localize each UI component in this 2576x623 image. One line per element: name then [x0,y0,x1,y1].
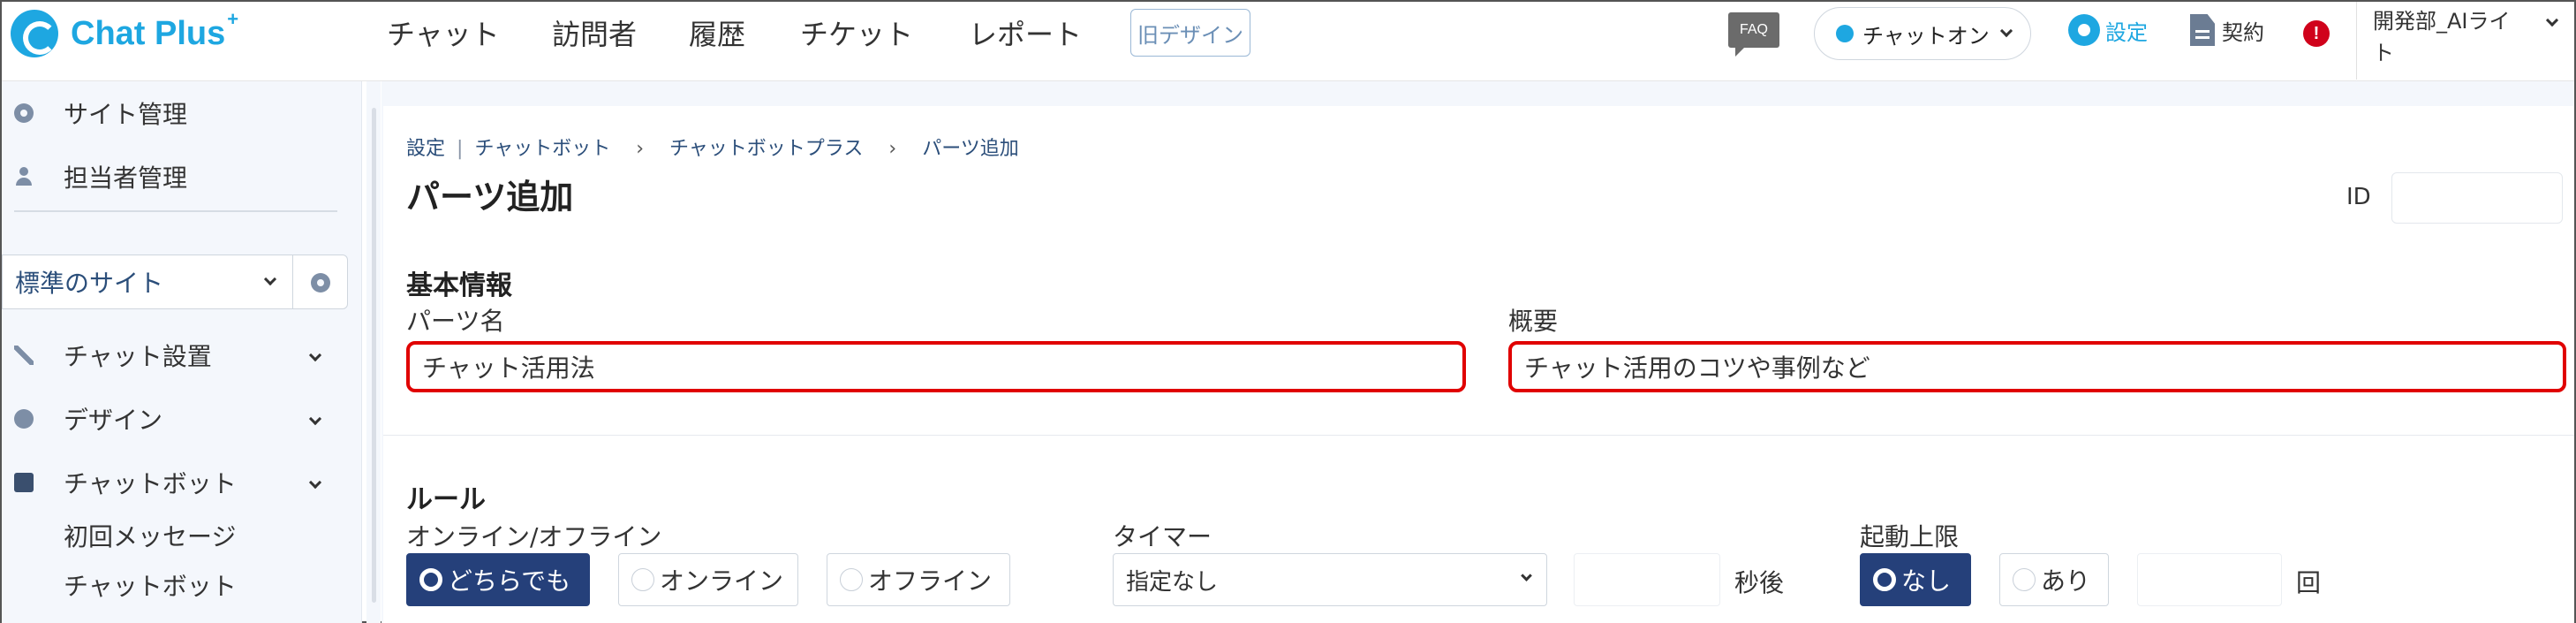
status-label: チャットオン [1862,23,1990,49]
chevron-down-icon [263,272,277,286]
chat-bubble-icon [14,473,34,492]
sidebar-item-chatbot[interactable]: チャットボット [2,456,362,509]
chevron-down-icon [1521,570,1532,581]
basic-info-heading: 基本情報 [406,270,512,301]
radio-unselected-icon [2013,568,2036,591]
timer-label: タイマー [1113,522,1212,551]
rules-heading: ルール [406,484,486,515]
timer-unit: 秒後 [1734,568,1785,597]
chevron-down-icon [308,475,322,490]
summary-input[interactable]: チャット活用のコツや事例など [1508,341,2566,392]
chevron-down-icon [1999,24,2013,38]
launch-limit-unit: 回 [2296,568,2322,597]
chat-plus-logo-icon [11,10,58,57]
chevron-down-icon [308,348,322,362]
chat-plus-logo[interactable]: Chat Plus + [11,7,238,60]
launch-limit-label: 起動上限 [1860,522,1960,551]
gear-icon [311,273,330,293]
radio-label: なし [1901,566,1952,596]
contract-label: 契約 [2222,19,2264,45]
id-field[interactable] [2391,172,2563,224]
sidebar-item-chat-install[interactable]: チャット設置 [2,329,362,382]
timer-select[interactable]: 指定なし [1113,553,1547,606]
user-name-line1: 開発部_AIライ [2373,9,2511,34]
logo-sup: + [227,8,239,30]
part-name-input[interactable]: チャット活用法 [406,341,1466,392]
radio-online[interactable]: オンライン [618,553,798,606]
nav-history[interactable]: 履歴 [689,2,745,64]
sidebar-item-label: チャットボット [64,469,237,498]
radio-either[interactable]: どちらでも [406,553,590,606]
top-header: Chat Plus + チャット 訪問者 履歴 チケット レポート 旧デザイン … [2,2,2574,81]
site-settings-button[interactable] [293,255,348,309]
online-offline-label: オンライン/オフライン [406,522,662,551]
sidebar-item-label: チャット設置 [64,342,212,371]
radio-selected-icon [1873,568,1896,591]
nav-reports[interactable]: レポート [969,2,1082,64]
contract-link[interactable]: 契約 [2190,14,2264,46]
chevron-down-icon [308,412,322,426]
radio-unselected-icon [840,568,863,591]
nav-visitors[interactable]: 訪問者 [552,2,637,64]
breadcrumb: 設定 | チャットボット › チャットボットプラス › パーツ追加 [406,133,1019,161]
radio-limit-none[interactable]: なし [1860,553,1971,606]
old-design-button[interactable]: 旧デザイン [1130,9,1250,57]
sidebar-divider [14,210,337,212]
radio-label: オフライン [868,566,993,596]
logo-text: Chat Plus [71,14,226,52]
nav-tickets[interactable]: チケット [800,2,913,64]
timer-seconds-input[interactable] [1574,553,1720,606]
user-menu[interactable]: 開発部_AIライ ト [2356,2,2574,80]
sidebar-item-label: サイト管理 [64,100,188,129]
breadcrumb-item-add-part: パーツ追加 [922,138,1019,160]
sidebar-scrollbar[interactable] [366,81,381,623]
user-name-line2: ト [2373,41,2394,65]
sidebar-item-design[interactable]: デザイン [2,392,362,445]
sidebar-item-label: 担当者管理 [64,163,188,193]
alert-icon[interactable]: ! [2303,20,2330,47]
radio-label: オンライン [660,566,784,596]
radio-limit-yes[interactable]: あり [1999,553,2109,606]
radio-offline[interactable]: オフライン [827,553,1010,606]
summary-label: 概要 [1508,307,1559,336]
breadcrumb-separator: › [636,138,645,160]
breadcrumb-root[interactable]: 設定 [406,138,445,160]
breadcrumb-separator: › [888,138,897,160]
gear-icon [14,103,34,123]
sidebar-item-label: デザイン [64,406,163,435]
document-icon [2190,14,2215,46]
radio-label: どちらでも [448,566,571,596]
radio-selected-icon [419,568,442,591]
palette-icon [14,409,34,429]
status-dot-icon [1836,25,1854,42]
sidebar-subitem-first-message[interactable]: 初回メッセージ [64,518,236,553]
breadcrumb-item-chatbot[interactable]: チャットボット [474,138,610,160]
sidebar: サイト管理 担当者管理 標準のサイト チャット設置 デザイン チャットボット 初… [2,81,362,623]
nav-chat[interactable]: チャット [387,2,500,64]
sidebar-item-site-management[interactable]: サイト管理 [2,87,362,140]
id-label: ID [2346,184,2371,210]
sidebar-subitem-chatbot[interactable]: チャットボット [64,567,237,603]
settings-label: 設定 [2105,19,2148,45]
launch-limit-count-input[interactable] [2137,553,2282,606]
chat-status-toggle[interactable]: チャットオン [1814,7,2031,60]
gear-icon [2068,14,2100,46]
breadcrumb-separator: | [457,138,464,160]
breadcrumb-item-chatbot-plus[interactable]: チャットボットプラス [669,138,863,160]
radio-label: あり [2041,566,2091,596]
page-title: パーツ追加 [406,178,574,217]
timer-select-value: 指定なし [1126,568,1219,596]
person-icon [14,167,34,186]
site-select-value: 標準のサイト [15,269,164,298]
part-name-label: パーツ名 [406,307,505,336]
tools-icon [14,346,34,365]
site-select[interactable]: 標準のサイト [2,255,293,309]
settings-link[interactable]: 設定 [2068,14,2148,46]
section-divider [383,435,2574,436]
faq-icon[interactable]: FAQ [1728,12,1779,57]
radio-unselected-icon [631,568,654,591]
sidebar-item-agent-management[interactable]: 担当者管理 [2,150,362,203]
